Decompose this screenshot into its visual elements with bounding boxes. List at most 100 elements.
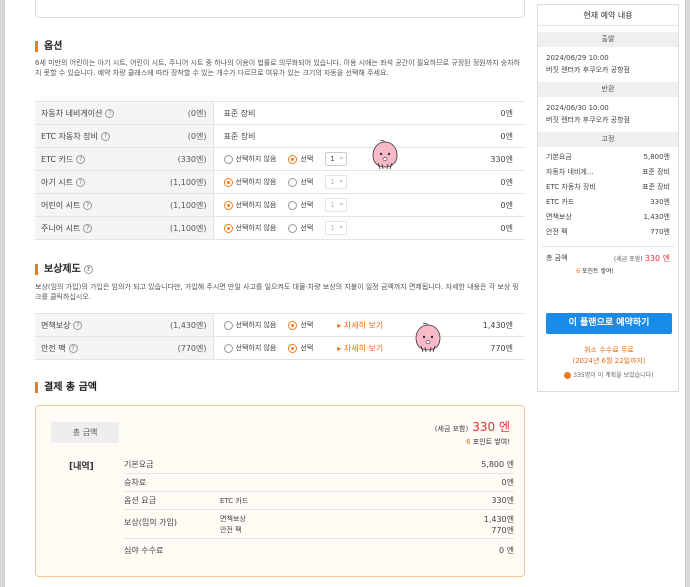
detail-value: 330엔 — [491, 496, 514, 505]
radio-selected[interactable] — [288, 223, 298, 233]
option-amount: 0엔 — [435, 216, 525, 240]
detail-row: 기본요금 5,800 엔 — [124, 456, 514, 474]
radio-selected[interactable] — [288, 343, 298, 353]
help-icon[interactable]: ? — [75, 177, 85, 187]
detail-value: 1,430엔 — [483, 515, 514, 524]
detail-value: 770엔 — [491, 526, 514, 535]
details-link-label: 자세히 보기 — [343, 343, 384, 353]
comp-price: (1,430엔) — [169, 320, 207, 330]
radio-not-selected[interactable] — [223, 320, 233, 330]
details-link[interactable]: ▸ 자세히 보기 — [337, 344, 383, 353]
option-name: ETC 카드 — [41, 154, 74, 164]
summary-item-value: 1,430엔 — [643, 213, 670, 221]
radio-label: 선택하지 않음 — [235, 178, 277, 186]
radio-not-selected[interactable] — [223, 200, 233, 210]
option-row-etc-card: ETC 카드? (330엔) 선택하지 않음 선택 1 330엔 — [35, 147, 525, 171]
compensation-title: 보상제도 — [44, 264, 81, 275]
quantity-select[interactable]: 1 — [325, 220, 348, 235]
quantity-select[interactable]: 1 — [325, 197, 348, 212]
total-heading: 결제 총 금액 — [35, 382, 97, 393]
help-icon[interactable]: ? — [83, 200, 93, 210]
summary-item-label: 안전 팩 — [546, 228, 568, 236]
comp-amount: 1,430엔 — [435, 313, 525, 337]
quantity-select[interactable]: 1 — [325, 174, 348, 189]
options-heading: 옵션 — [35, 41, 62, 52]
radio-not-selected[interactable] — [223, 154, 233, 164]
option-amount: 330엔 — [435, 147, 525, 171]
option-row-baby-seat: 아기 시트? (1,100엔) 선택하지 않음 선택 1 0엔 — [35, 170, 525, 194]
divider — [542, 246, 674, 247]
help-icon[interactable]: ? — [68, 343, 78, 353]
help-icon[interactable]: ? — [76, 154, 86, 164]
option-row-etc-device: ETC 자동차 장비? (0엔) 표준 장비 0엔 — [35, 124, 525, 148]
compensation-description: 보상(임의 가입)의 가입은 임의가 되고 있습니다만, 가입해 주시면 만일 … — [35, 283, 519, 301]
option-amount: 0엔 — [435, 124, 525, 148]
help-icon[interactable]: ? — [83, 223, 93, 233]
fixed-header: 고정 — [538, 132, 678, 147]
reservation-summary-panel: 현재 예약 내용 출발 2024/06/29 10:00 버짓 렌터카 후쿠오카… — [537, 4, 679, 392]
option-name: 어린이 시트 — [41, 200, 81, 210]
option-status: 표준 장비 — [213, 124, 435, 148]
summary-item: 기본요금 5,800엔 — [538, 150, 678, 165]
details-link[interactable]: ▸ 자세히 보기 — [337, 321, 383, 330]
radio-not-selected[interactable] — [223, 223, 233, 233]
radio-not-selected[interactable] — [223, 177, 233, 187]
radio-label: 선택하지 않음 — [235, 321, 277, 329]
comp-price: (770엔) — [177, 343, 207, 353]
detail-title: [내역] — [69, 462, 94, 472]
book-this-plan-button[interactable]: 이 플랜으로 예약하기 — [546, 313, 672, 334]
detail-row: 옵션 요금 ETC 카드 330엔 — [124, 492, 514, 510]
radio-not-selected[interactable] — [223, 343, 233, 353]
summary-item-value: 표준 장비 — [642, 183, 670, 191]
summary-item-value: 5,800엔 — [643, 153, 670, 161]
summary-item-value: 770엔 — [650, 228, 670, 236]
option-name: 자동차 네비게이션 — [41, 108, 103, 118]
summary-title: 현재 예약 내용 — [538, 5, 678, 26]
radio-label: 선택 — [300, 321, 314, 329]
summary-total-value: 330 엔 — [644, 254, 670, 263]
help-icon[interactable]: ? — [73, 320, 83, 330]
tax-note: (세금 포함) — [613, 256, 643, 263]
help-icon[interactable]: ? — [105, 108, 115, 118]
radio-selected[interactable] — [288, 177, 298, 187]
radio-selected[interactable] — [288, 320, 298, 330]
radio-label: 선택하지 않음 — [235, 344, 277, 352]
summary-item-label: 기본요금 — [546, 153, 572, 161]
detail-label: 심야 수수료 — [124, 546, 164, 555]
option-status: 표준 장비 — [213, 101, 435, 125]
detail-row: 심야 수수료 0 엔 — [124, 542, 514, 560]
help-icon[interactable]: ? — [100, 131, 110, 141]
return-date: 2024/06/30 10:00 — [546, 104, 609, 112]
summary-item-value: 330엔 — [650, 198, 670, 206]
viewers-text: 335명이 이 계획을 보았습니다! — [573, 372, 654, 379]
detail-value: 0엔 — [501, 478, 514, 487]
option-amount: 0엔 — [435, 193, 525, 217]
page: 옵션 6세 미만의 어린이는 아기 시트, 어린이 시트, 주니어 시트 중 하… — [4, 0, 686, 587]
cancel-fee-free: 취소 수수료 무료 — [584, 346, 634, 354]
points-number: 6 — [576, 268, 581, 275]
total-amount: (세금 포함) 330 엔 — [435, 418, 510, 435]
detail-sub: 안전 팩 — [220, 526, 242, 534]
quantity-select[interactable]: 1 — [325, 151, 348, 166]
option-price: (0엔) — [187, 108, 207, 118]
points-text: 포인트 쌓여! — [581, 268, 614, 275]
return-place: 버짓 렌터카 후쿠오카 공항점 — [546, 116, 630, 124]
options-table: 자동차 네비게이션? (0엔) 표준 장비 0엔 ETC 자동차 장비? (0엔) … — [35, 101, 525, 240]
summary-item: 자동차 네비게... 표준 장비 — [538, 165, 678, 180]
summary-item: 면책보상 1,430엔 — [538, 210, 678, 225]
depart-place: 버짓 렌터카 후쿠오카 공항점 — [546, 66, 630, 74]
option-name: 아기 시트 — [41, 177, 73, 187]
radio-label: 선택 — [300, 201, 314, 209]
summary-item-label: 자동차 네비게... — [546, 168, 594, 176]
cancel-deadline: (2024년 6월 22일까지) — [572, 357, 646, 365]
help-icon[interactable]: ? — [83, 264, 93, 274]
radio-label: 선택하지 않음 — [235, 224, 277, 232]
radio-selected[interactable] — [288, 154, 298, 164]
option-name: ETC 자동차 장비 — [41, 131, 98, 141]
detail-value: 5,800 엔 — [481, 460, 514, 469]
radio-selected[interactable] — [288, 200, 298, 210]
radio-label: 선택 — [300, 178, 314, 186]
summary-total-label: 총 금액 — [546, 254, 568, 262]
option-price: (1,100엔) — [169, 177, 207, 187]
detail-sub: ETC 카드 — [220, 497, 249, 505]
